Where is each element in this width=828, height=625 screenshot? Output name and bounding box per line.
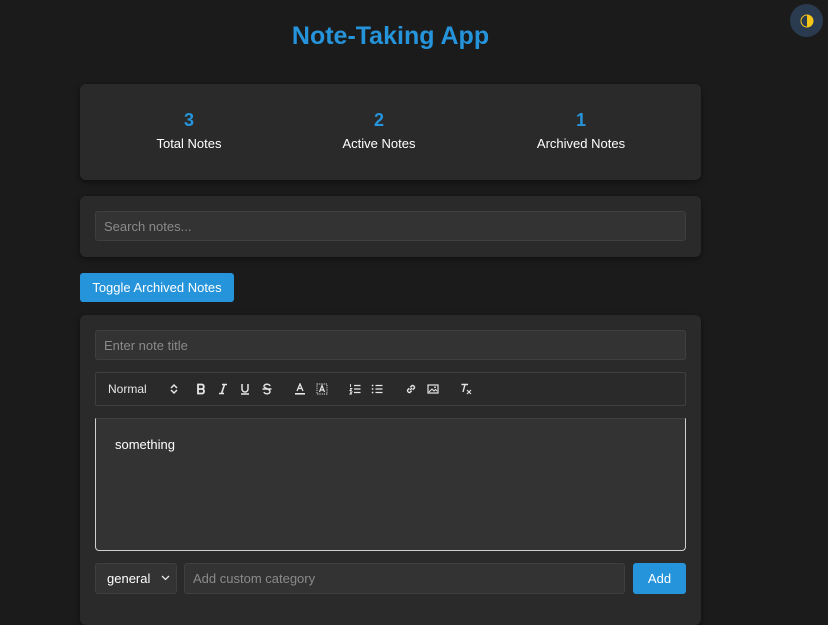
theme-toggle-button[interactable] — [790, 4, 823, 37]
strikethrough-button[interactable] — [259, 373, 275, 405]
background-color-icon — [316, 383, 328, 395]
stat-active-value: 2 — [373, 110, 384, 130]
link-button[interactable] — [403, 373, 419, 405]
half-circle-contrast-icon — [800, 14, 813, 27]
category-select-value: general — [107, 571, 151, 586]
editor-toolbar: Normal — [95, 372, 686, 406]
note-content-editor[interactable]: something — [95, 418, 686, 551]
page-title: Note-Taking App — [291, 22, 490, 50]
custom-category-input[interactable] — [184, 563, 625, 594]
bullet-list-icon — [371, 384, 383, 394]
clear-formatting-icon — [461, 383, 472, 395]
text-color-button[interactable] — [292, 373, 308, 405]
stat-archived-value: 1 — [575, 110, 586, 130]
stat-archived-notes: 1 Archived Notes — [501, 110, 661, 151]
italic-icon — [219, 383, 227, 395]
background-color-button[interactable] — [314, 373, 330, 405]
stat-active-label: Active Notes — [342, 136, 416, 151]
header-format-label: Normal — [108, 382, 147, 396]
clear-formatting-button[interactable] — [458, 373, 474, 405]
category-select[interactable]: general — [95, 563, 177, 594]
stats-panel: 3 Total Notes 2 Active Notes 1 Archived … — [80, 84, 701, 180]
italic-button[interactable] — [215, 373, 231, 405]
underline-icon — [241, 384, 249, 395]
toggle-archived-button[interactable]: Toggle Archived Notes — [80, 273, 234, 302]
image-icon — [427, 384, 439, 394]
stat-active-notes: 2 Active Notes — [299, 110, 459, 151]
stat-total-value: 3 — [183, 110, 194, 130]
underline-button[interactable] — [237, 373, 253, 405]
stat-archived-label: Archived Notes — [536, 136, 626, 151]
ordered-list-button[interactable] — [347, 373, 363, 405]
stat-total-label: Total Notes — [156, 136, 222, 151]
stat-total-notes: 3 Total Notes — [109, 110, 269, 151]
link-icon — [406, 384, 416, 394]
search-input[interactable] — [95, 211, 686, 241]
note-content-text: something — [115, 437, 175, 452]
note-title-input[interactable] — [95, 330, 686, 360]
bullet-list-button[interactable] — [369, 373, 385, 405]
image-button[interactable] — [425, 373, 441, 405]
add-category-button[interactable]: Add — [633, 563, 686, 594]
header-format-select[interactable]: Normal — [108, 373, 178, 405]
strikethrough-icon — [262, 383, 272, 395]
text-color-icon — [295, 383, 305, 395]
search-panel — [80, 196, 701, 257]
chevron-down-icon — [161, 575, 170, 581]
note-form-panel: Normal — [80, 315, 701, 625]
up-down-chevron-icon — [170, 383, 178, 395]
ordered-list-icon — [349, 384, 361, 395]
bold-icon — [197, 383, 205, 395]
bold-button[interactable] — [193, 373, 209, 405]
